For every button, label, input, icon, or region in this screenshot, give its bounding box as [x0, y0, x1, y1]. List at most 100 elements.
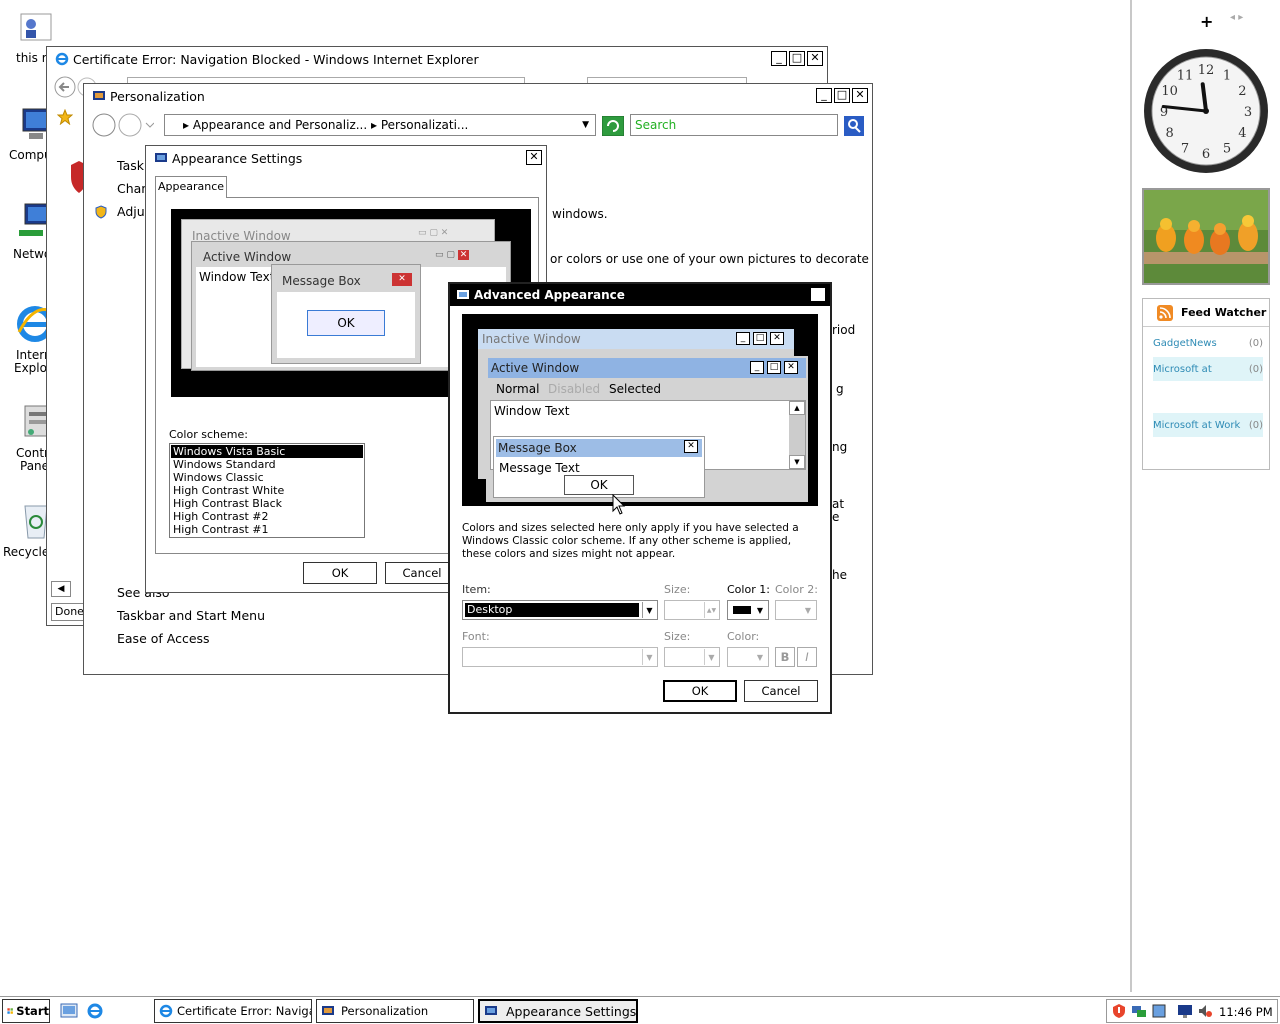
chevron-down-icon[interactable]: ▼: [753, 649, 767, 665]
user-folder-icon: [20, 13, 52, 41]
size-spinner[interactable]: ▲▼: [664, 600, 720, 620]
close-button[interactable]: ✕: [852, 88, 868, 103]
taskbar-button-appearance-settings[interactable]: Appearance Settings: [478, 999, 638, 1023]
volume-tray-icon[interactable]: [1197, 1003, 1213, 1019]
font-size-dropdown[interactable]: ▼: [664, 647, 720, 667]
see-also-taskbar-link[interactable]: Taskbar and Start Menu: [117, 608, 265, 623]
color1-picker[interactable]: ▼: [727, 600, 769, 620]
search-input[interactable]: Search: [630, 114, 838, 136]
nav-back-forward[interactable]: [90, 112, 155, 138]
feed-item-name: GadgetNews: [1153, 338, 1217, 349]
see-also-ease-of-access-link[interactable]: Ease of Access: [117, 631, 210, 646]
slideshow-gadget[interactable]: [1142, 188, 1270, 285]
scheme-item[interactable]: High Contrast White: [171, 484, 363, 497]
chevron-down-icon[interactable]: ▼: [704, 649, 718, 665]
search-icon[interactable]: [844, 116, 864, 136]
appearance-settings-titlebar[interactable]: Appearance Settings ✕: [146, 146, 546, 170]
close-button[interactable]: ✕: [810, 287, 826, 302]
scheme-item[interactable]: Windows Standard: [171, 458, 363, 471]
favorites-star-icon[interactable]: [57, 109, 73, 125]
size-label: Size:: [664, 583, 691, 596]
clock-gadget[interactable]: 1234567891011 12: [1141, 46, 1271, 176]
ok-label: OK: [691, 684, 709, 698]
ie-statusbar: Done: [51, 603, 85, 621]
feed-item-count: (0): [1248, 364, 1263, 375]
chevron-down-icon[interactable]: ▼: [801, 602, 815, 618]
clock-numeral: 1: [1223, 69, 1231, 84]
ie-titlebar[interactable]: Certificate Error: Navigation Blocked - …: [47, 47, 827, 71]
maximize-button[interactable]: □: [834, 88, 850, 103]
security-alert-icon[interactable]: [1111, 1003, 1127, 1019]
maximize-button[interactable]: □: [789, 51, 805, 66]
minimize-button[interactable]: _: [816, 88, 832, 103]
display-tray-icon[interactable]: [1177, 1003, 1193, 1019]
ok-label: OK: [331, 566, 349, 580]
ok-button[interactable]: OK: [303, 562, 377, 584]
taskbar-button-personalization[interactable]: Personalization: [316, 999, 474, 1023]
taskbar-button-label: Certificate Error: Navigati...: [177, 1004, 311, 1018]
ie-horizontal-scrollbar[interactable]: ◀: [51, 581, 71, 597]
scheme-item[interactable]: High Contrast Black: [171, 497, 363, 510]
color-scheme-label: Color scheme:: [169, 428, 248, 441]
content-text-1: windows.: [552, 207, 608, 221]
tab-appearance[interactable]: Appearance: [155, 176, 227, 198]
advanced-preview[interactable]: Inactive Window _ □ ✕ Active Window _ □ …: [462, 314, 818, 506]
close-button[interactable]: ✕: [807, 51, 823, 66]
chevron-down-icon[interactable]: ▼: [582, 120, 589, 130]
scheme-item[interactable]: High Contrast #2: [171, 510, 363, 523]
taskbar-button-ie[interactable]: Certificate Error: Navigati...: [154, 999, 312, 1023]
personalization-title: Personalization: [110, 88, 205, 104]
advanced-appearance-dialog[interactable]: Advanced Appearance ✕ Inactive Window _ …: [448, 282, 832, 714]
close-button[interactable]: ✕: [526, 150, 542, 165]
start-button[interactable]: Start: [2, 999, 50, 1023]
color2-picker[interactable]: ▼: [775, 600, 817, 620]
personalization-titlebar[interactable]: Personalization _ □ ✕: [84, 84, 872, 108]
content-text-5: ng: [832, 440, 848, 454]
ie-window-title: Certificate Error: Navigation Blocked - …: [73, 51, 479, 67]
feed-watcher-gadget[interactable]: Feed Watcher GadgetNews (0) Microsoft at…: [1142, 298, 1270, 470]
bold-button[interactable]: B: [775, 647, 795, 667]
sidebar-add-gadget-button[interactable]: +: [1200, 12, 1213, 31]
spinner-arrows-icon[interactable]: ▲▼: [704, 602, 718, 618]
app-tray-icon[interactable]: [1151, 1003, 1167, 1019]
chevron-down-icon[interactable]: ▼: [642, 649, 656, 665]
feed-item[interactable]: GadgetNews (0): [1153, 338, 1263, 349]
chevron-down-icon[interactable]: ▼: [753, 602, 767, 618]
breadcrumb[interactable]: ▸ Appearance and Personaliz... ▸ Persona…: [164, 114, 596, 136]
preview-ok-label: OK: [337, 316, 355, 330]
scheme-item[interactable]: Windows Vista Basic: [171, 445, 363, 458]
show-desktop-icon[interactable]: [60, 1002, 78, 1020]
clock-time[interactable]: 11:46 PM: [1219, 1005, 1273, 1019]
adv-preview-menu-normal: Normal: [496, 382, 540, 396]
ok-button[interactable]: OK: [663, 680, 737, 702]
cancel-button[interactable]: Cancel: [744, 680, 818, 702]
advanced-appearance-titlebar[interactable]: Advanced Appearance ✕: [450, 284, 830, 306]
breadcrumb-item-personalization[interactable]: Personalizati...: [381, 118, 468, 132]
italic-button[interactable]: I: [797, 647, 817, 667]
font-dropdown[interactable]: ▼: [462, 647, 658, 667]
breadcrumb-item-appearance[interactable]: Appearance and Personaliz...: [193, 118, 367, 132]
chevron-down-icon[interactable]: ▼: [642, 602, 656, 618]
adv-preview-menu-selected: Selected: [609, 382, 662, 396]
network-tray-icon[interactable]: [1131, 1003, 1147, 1019]
minimize-button[interactable]: _: [771, 51, 787, 66]
feed-item[interactable]: Microsoft at (0): [1153, 357, 1263, 381]
sidebar-nav-arrows[interactable]: ◂ ▸: [1230, 12, 1243, 23]
color-scheme-list[interactable]: Windows Vista Basic Windows Standard Win…: [169, 443, 365, 538]
mouse-cursor-icon: [612, 494, 626, 515]
scheme-item[interactable]: High Contrast #1: [171, 523, 363, 536]
ie-quicklaunch-icon[interactable]: [86, 1002, 104, 1020]
scheme-item[interactable]: Windows Classic: [171, 471, 363, 484]
italic-label: I: [805, 650, 809, 664]
refresh-icon[interactable]: [602, 116, 624, 136]
feed-item[interactable]: Microsoft at Work (0): [1153, 413, 1263, 437]
content-text-8: he: [832, 568, 847, 582]
preview-message-box-title: Message Box: [282, 274, 361, 288]
font-color-picker[interactable]: ▼: [727, 647, 769, 667]
item-dropdown[interactable]: Desktop ▼: [462, 600, 658, 620]
clock-numeral: 10: [1161, 84, 1178, 99]
task-link-1[interactable]: Task: [117, 158, 144, 173]
sidebar-divider: [1130, 0, 1132, 992]
font-color-label: Color:: [727, 630, 760, 643]
preview-message-box: Message Box ✕ OK: [271, 264, 421, 364]
